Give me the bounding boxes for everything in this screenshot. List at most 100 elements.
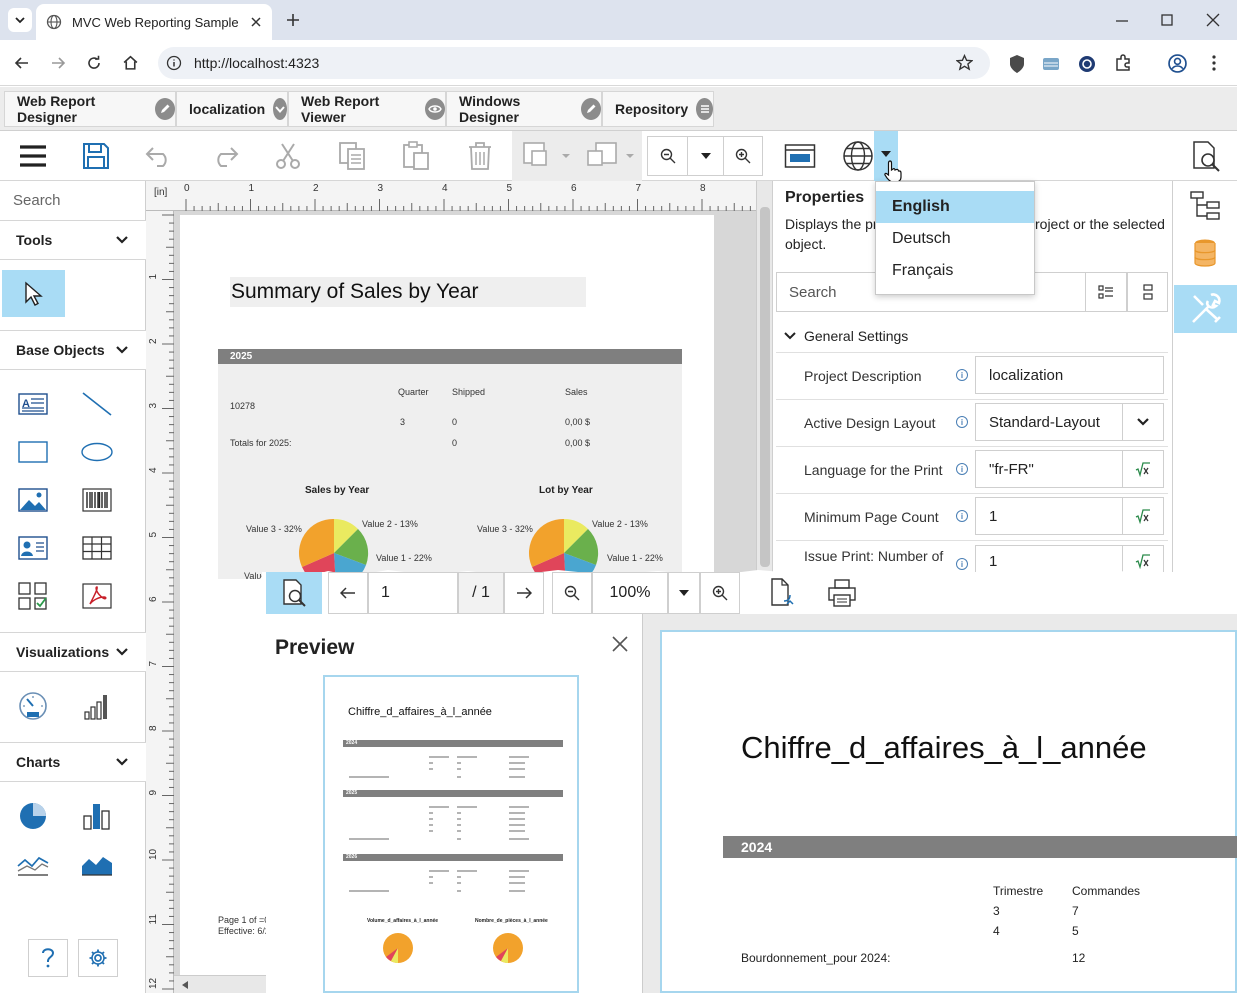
window-close-icon[interactable] [1206, 13, 1220, 27]
close-icon[interactable] [612, 636, 628, 652]
gauge-tool[interactable] [16, 689, 50, 723]
pdf-tool[interactable] [80, 579, 114, 613]
section-header-tools[interactable]: Tools [0, 220, 146, 260]
save-button[interactable] [76, 136, 116, 176]
export-button[interactable] [762, 574, 802, 612]
tab-web-report-viewer[interactable]: Web Report Viewer [288, 91, 446, 127]
categorized-view-button[interactable] [1085, 272, 1127, 312]
redo-button[interactable] [204, 136, 244, 176]
undo-button[interactable] [140, 136, 180, 176]
preview-zoom-dropdown[interactable] [668, 572, 700, 614]
section-header-charts[interactable]: Charts [0, 742, 146, 782]
browser-tab[interactable]: MVC Web Reporting Sample [36, 4, 272, 40]
delete-button[interactable] [460, 136, 500, 176]
preview-zoom-value[interactable]: 100% [592, 572, 668, 614]
minimum-page-count-formula-button[interactable] [1122, 497, 1164, 535]
checkbox-tool[interactable] [16, 579, 50, 613]
print-language-field[interactable]: "fr-FR" [975, 450, 1123, 488]
layout-preview-button[interactable] [780, 136, 820, 176]
info-icon[interactable]: i [956, 463, 968, 475]
reload-icon[interactable] [86, 55, 102, 71]
pie-chart-tool[interactable] [16, 799, 50, 833]
properties-tools-button[interactable] [1174, 285, 1237, 333]
cut-button[interactable] [268, 136, 308, 176]
preview-zoom-in-button[interactable] [700, 572, 740, 614]
hamburger-menu-button[interactable] [13, 136, 53, 176]
copy-button[interactable] [332, 136, 372, 176]
ellipse-tool[interactable] [80, 435, 114, 469]
help-button[interactable] [28, 939, 68, 977]
language-dropdown-toggle[interactable] [874, 131, 902, 183]
info-icon[interactable]: i [956, 369, 968, 381]
alphabetical-view-button[interactable] [1127, 272, 1168, 312]
page-number-input[interactable]: 1 [368, 572, 458, 614]
scroll-thumb[interactable] [760, 207, 770, 567]
tab-search-button[interactable] [8, 8, 32, 32]
objects-tree-button[interactable] [1183, 187, 1227, 225]
toolbox-search-input[interactable]: Search [0, 181, 145, 219]
minimize-icon[interactable] [1115, 14, 1129, 28]
profile-icon[interactable] [1168, 54, 1187, 73]
extension-grid-icon[interactable] [1042, 55, 1060, 73]
area-chart-tool[interactable] [80, 847, 114, 881]
design-layout-select[interactable]: Standard-Layout [975, 403, 1123, 441]
line-tool[interactable] [80, 387, 114, 421]
formatted-text-tool[interactable] [16, 531, 50, 565]
table-tool[interactable] [80, 531, 114, 565]
scroll-left-icon[interactable] [182, 981, 188, 989]
group-band[interactable]: 2025 Quarter Shipped Sales 10278 3 0 0,0… [218, 349, 682, 581]
bookmark-star-icon[interactable] [956, 54, 973, 71]
paste-button[interactable] [396, 136, 436, 176]
picture-tool[interactable] [16, 483, 50, 517]
line-chart-tool[interactable] [16, 847, 50, 881]
canvas-vertical-scrollbar[interactable] [756, 181, 772, 581]
settings-button[interactable] [78, 939, 118, 977]
info-icon[interactable]: i [956, 416, 968, 428]
project-description-field[interactable]: localization [975, 356, 1164, 394]
signal-bars-tool[interactable] [80, 689, 114, 723]
address-bar[interactable]: http://localhost:4323 [158, 47, 990, 79]
tab-windows-designer[interactable]: Windows Designer [446, 91, 602, 127]
tab-localization[interactable]: localization [176, 91, 288, 127]
pointer-tool[interactable] [2, 270, 65, 317]
print-button[interactable] [822, 574, 862, 612]
page-thumbnail[interactable]: Chiffre_d_affaires_à_l_année 2024 2025 2… [323, 675, 579, 993]
kebab-menu-icon[interactable] [1208, 54, 1220, 72]
maximize-icon[interactable] [1160, 13, 1174, 27]
close-icon[interactable] [250, 16, 262, 28]
design-layout-dropdown-button[interactable] [1122, 403, 1164, 441]
forward-icon[interactable] [50, 55, 66, 71]
shield-icon[interactable] [1008, 54, 1026, 74]
zoom-in-button[interactable] [724, 137, 762, 175]
back-icon[interactable] [14, 55, 30, 71]
puzzle-icon[interactable] [1114, 54, 1132, 72]
language-option-english[interactable]: English [876, 191, 1034, 223]
zoom-dropdown-button[interactable] [688, 137, 724, 175]
report-title-box[interactable]: Summary of Sales by Year [230, 277, 586, 307]
new-tab-icon[interactable] [285, 12, 301, 28]
group-general-settings[interactable]: General Settings [776, 320, 1168, 353]
tab-repository[interactable]: Repository [602, 91, 714, 127]
language-button[interactable] [838, 136, 878, 176]
zoom-out-button[interactable] [648, 137, 688, 175]
section-header-base-objects[interactable]: Base Objects [0, 330, 146, 370]
power-icon[interactable] [1078, 55, 1096, 73]
bar-chart-tool[interactable] [80, 799, 114, 833]
previous-page-button[interactable] [328, 572, 368, 614]
data-sources-button[interactable] [1183, 233, 1227, 273]
next-page-button[interactable] [504, 572, 544, 614]
preview-zoom-out-button[interactable] [552, 572, 592, 614]
send-to-back-button[interactable] [586, 141, 636, 171]
language-option-francais[interactable]: Français [876, 255, 1034, 287]
bring-to-front-button[interactable] [522, 141, 572, 171]
print-language-formula-button[interactable] [1122, 450, 1164, 488]
minimum-page-count-field[interactable]: 1 [975, 497, 1123, 535]
barcode-tool[interactable] [80, 483, 114, 517]
tab-web-report-designer[interactable]: Web Report Designer [4, 91, 176, 127]
section-header-visualizations[interactable]: Visualizations [0, 632, 146, 672]
report-preview-button[interactable] [1186, 136, 1226, 176]
preview-search-button[interactable] [266, 572, 322, 614]
text-object-tool[interactable]: A [16, 387, 50, 421]
rectangle-tool[interactable] [16, 435, 50, 469]
info-icon[interactable]: i [956, 510, 968, 522]
